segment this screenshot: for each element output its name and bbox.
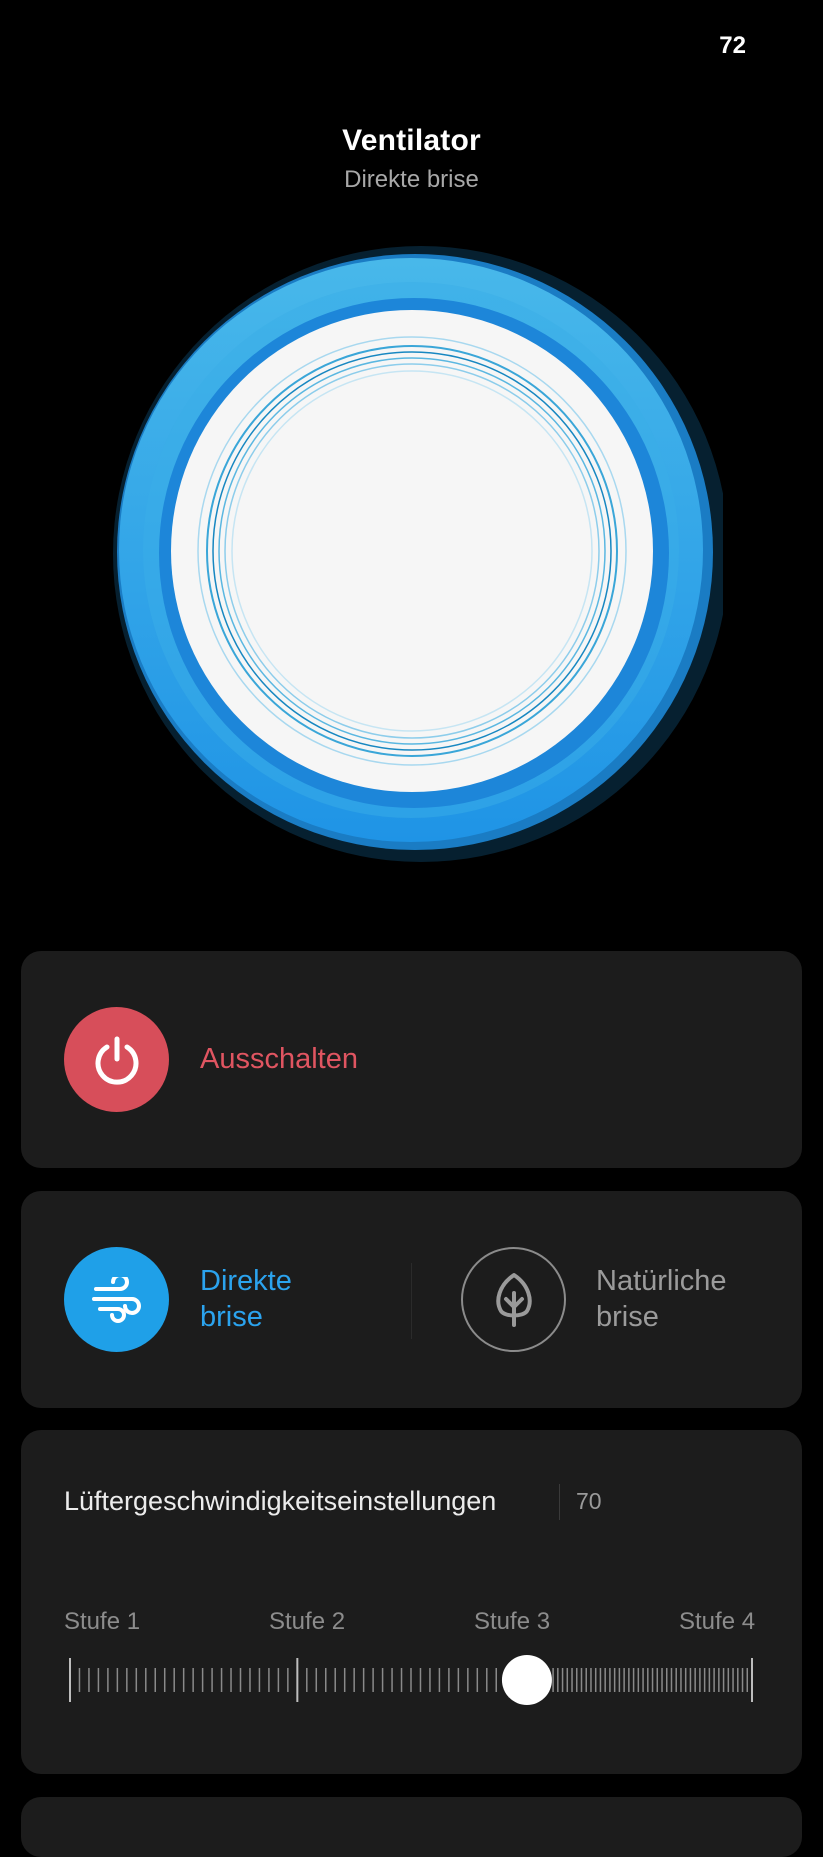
status-number: 72	[719, 32, 746, 59]
mode-card: Direkte brise Natürliche brise	[21, 1191, 802, 1408]
direct-breeze-label-line1: Direkte	[200, 1265, 292, 1297]
direct-breeze-button[interactable]	[64, 1247, 169, 1352]
power-icon	[95, 1036, 138, 1085]
natural-breeze-button[interactable]	[461, 1247, 566, 1352]
step-label-3[interactable]: Stufe 3	[474, 1608, 550, 1636]
slider-thumb[interactable]	[501, 1655, 552, 1705]
step-label-1[interactable]: Stufe 1	[64, 1608, 140, 1636]
fan-center	[171, 310, 653, 792]
power-card: Ausschalten	[21, 951, 802, 1168]
step-label-2[interactable]: Stufe 2	[269, 1608, 345, 1636]
direct-breeze-label-line2: brise	[200, 1301, 263, 1333]
natural-breeze-label-line1: Natürliche	[596, 1265, 727, 1297]
page-title: Ventilator	[342, 124, 481, 157]
mode-divider	[411, 1263, 412, 1339]
wind-icon	[91, 1276, 141, 1323]
power-button[interactable]	[64, 1007, 169, 1112]
speed-slider[interactable]	[64, 1650, 758, 1710]
leaf-icon	[495, 1272, 532, 1327]
speed-title: Lüftergeschwindigkeitseinstellungen	[64, 1486, 497, 1516]
speed-separator	[559, 1484, 560, 1520]
power-label[interactable]: Ausschalten	[200, 1043, 358, 1076]
speed-value: 70	[576, 1488, 602, 1514]
step-label-4[interactable]: Stufe 4	[679, 1608, 755, 1636]
page-subtitle: Direkte brise	[344, 166, 479, 193]
natural-breeze-label[interactable]: Natürliche brise	[596, 1263, 786, 1335]
direct-breeze-label[interactable]: Direkte brise	[200, 1263, 390, 1335]
natural-breeze-label-line2: brise	[596, 1301, 659, 1333]
next-card	[21, 1797, 802, 1857]
fan-visual	[113, 246, 723, 862]
speed-card: Lüftergeschwindigkeitseinstellungen 70 S…	[21, 1430, 802, 1774]
